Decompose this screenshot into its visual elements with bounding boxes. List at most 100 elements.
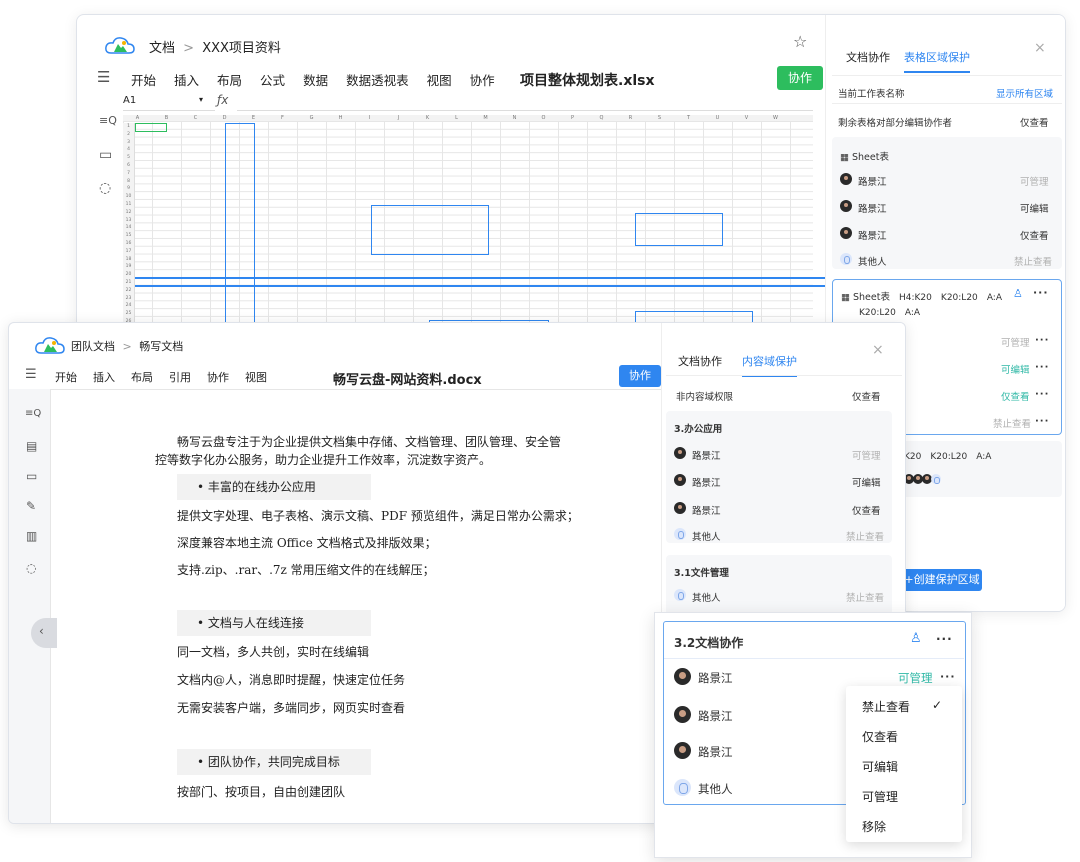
row-header-cell[interactable]: 19 xyxy=(123,263,134,271)
search-icon[interactable]: ≡Q xyxy=(99,114,117,128)
dropdown-item-view-only[interactable]: 仅查看 xyxy=(862,728,898,745)
member-perm[interactable]: 仅查看 xyxy=(852,503,881,517)
tab-content-protection[interactable]: 内容域保护 xyxy=(742,353,797,377)
row-header-cell[interactable]: 23 xyxy=(123,295,134,303)
menu-item-layout[interactable]: 布局 xyxy=(217,70,242,89)
more-icon[interactable]: ··· xyxy=(1035,361,1049,375)
member-perm[interactable]: 仅查看 xyxy=(1001,389,1030,403)
member-perm[interactable]: 禁止查看 xyxy=(846,590,884,604)
more-icon[interactable]: ··· xyxy=(1035,415,1049,429)
row-header-cell[interactable]: 20 xyxy=(123,271,134,279)
close-icon[interactable]: × xyxy=(1034,41,1046,55)
collab-button[interactable]: 协作 xyxy=(777,66,823,90)
menu-item-view[interactable]: 视图 xyxy=(427,70,452,89)
member-perm[interactable]: 禁止查看 xyxy=(993,416,1031,430)
menu-item-insert[interactable]: 插入 xyxy=(174,70,199,89)
member-perm[interactable]: 可编辑 xyxy=(852,475,881,489)
add-member-icon[interactable]: ♙ xyxy=(910,632,922,646)
member-perm[interactable]: 可管理 xyxy=(898,670,933,686)
add-member-icon[interactable]: ♙ xyxy=(1013,287,1023,301)
menu-item-start[interactable]: 开始 xyxy=(131,70,156,89)
menu-item-layout[interactable]: 布局 xyxy=(131,369,153,385)
search-icon[interactable]: ≡Q xyxy=(25,407,41,421)
hamburger-menu-icon[interactable]: ☰ xyxy=(25,368,37,382)
menu-item-collab[interactable]: 协作 xyxy=(470,70,495,89)
row-header-cell[interactable]: 8 xyxy=(123,178,134,186)
menu-item-data[interactable]: 数据 xyxy=(303,70,328,89)
comment-icon[interactable]: ▭ xyxy=(99,148,112,162)
row-header-cell[interactable]: 5 xyxy=(123,154,134,162)
chat-icon[interactable]: ◌ xyxy=(26,561,36,575)
member-perm[interactable]: 禁止查看 xyxy=(846,529,884,543)
edit-icon[interactable]: ✎ xyxy=(26,499,36,513)
row-header-cell[interactable]: 21 xyxy=(123,279,134,287)
create-protected-area-button[interactable]: +创建保护区域 xyxy=(902,569,982,591)
menu-item-reference[interactable]: 引用 xyxy=(169,369,191,385)
row-header-cell[interactable]: 7 xyxy=(123,170,134,178)
remaining-value[interactable]: 仅查看 xyxy=(1020,115,1049,129)
outline-icon[interactable]: ▤ xyxy=(26,439,37,453)
more-icon[interactable]: ··· xyxy=(1033,286,1049,300)
row-header-cell[interactable]: 11 xyxy=(123,201,134,209)
member-perm[interactable]: 仅查看 xyxy=(1020,228,1049,242)
menu-item-view[interactable]: 视图 xyxy=(245,369,267,385)
star-icon[interactable]: ☆ xyxy=(793,34,807,50)
breadcrumb-root[interactable]: 团队文档 xyxy=(71,340,115,353)
dropdown-item-can-edit[interactable]: 可编辑 xyxy=(862,758,898,775)
row-header-cell[interactable]: 1 xyxy=(123,123,134,131)
tab-area-protection[interactable]: 表格区域保护 xyxy=(904,49,970,73)
more-icon[interactable]: ··· xyxy=(1035,334,1049,348)
member-perm[interactable]: 可编辑 xyxy=(1020,201,1049,215)
row-header-cell[interactable]: 15 xyxy=(123,232,134,240)
more-icon[interactable]: ··· xyxy=(940,670,956,684)
row-header-cell[interactable]: 6 xyxy=(123,162,134,170)
tab-doc-collab[interactable]: 文档协作 xyxy=(846,49,890,65)
comment-icon[interactable]: ▭ xyxy=(26,469,37,483)
menu-item-collab[interactable]: 协作 xyxy=(207,369,229,385)
row-header-cell[interactable]: 24 xyxy=(123,302,134,310)
non-area-value[interactable]: 仅查看 xyxy=(852,389,881,403)
breadcrumb-current[interactable]: 畅写文档 xyxy=(139,340,183,353)
menu-item-formula[interactable]: 公式 xyxy=(260,70,285,89)
row-header-cell[interactable]: 13 xyxy=(123,217,134,225)
row-header-cell[interactable]: 18 xyxy=(123,256,134,264)
row-header-cell[interactable]: 16 xyxy=(123,240,134,248)
cell-reference-box[interactable]: A1 ▾ xyxy=(123,95,215,111)
row-header-cell[interactable]: 3 xyxy=(123,139,134,147)
row-header-cell[interactable]: 25 xyxy=(123,310,134,318)
row-header-cell[interactable]: 10 xyxy=(123,193,134,201)
row-header-cell[interactable]: 14 xyxy=(123,224,134,232)
row-header-cell[interactable]: 12 xyxy=(123,209,134,217)
row-header-cell[interactable]: 17 xyxy=(123,248,134,256)
row-header-cell[interactable]: 4 xyxy=(123,146,134,154)
hamburger-menu-icon[interactable]: ☰ xyxy=(97,70,110,85)
menu-item-pivot[interactable]: 数据透视表 xyxy=(346,70,409,89)
more-icon[interactable]: ··· xyxy=(936,632,953,646)
row-header-cell[interactable]: 9 xyxy=(123,185,134,193)
menu-item-insert[interactable]: 插入 xyxy=(93,369,115,385)
breadcrumb-root[interactable]: 文档 xyxy=(149,41,175,56)
pages-icon[interactable]: ▥ xyxy=(26,529,37,543)
dropdown-item-no-view[interactable]: 禁止查看 xyxy=(862,698,910,715)
member-perm[interactable]: 禁止查看 xyxy=(1014,254,1052,268)
chat-icon[interactable]: ◌ xyxy=(99,181,111,195)
breadcrumb-current[interactable]: XXX项目资料 xyxy=(202,41,281,56)
member-perm[interactable]: 可管理 xyxy=(1001,335,1030,349)
close-icon[interactable]: × xyxy=(872,343,884,357)
chevron-down-icon[interactable]: ▾ xyxy=(199,95,203,104)
menu-item-start[interactable]: 开始 xyxy=(55,369,77,385)
member-perm[interactable]: 可编辑 xyxy=(1001,362,1030,376)
tab-doc-collab[interactable]: 文档协作 xyxy=(678,353,722,369)
row-header-cell[interactable]: 22 xyxy=(123,287,134,295)
dropdown-item-can-manage[interactable]: 可管理 xyxy=(862,788,898,805)
member-perm[interactable]: 可管理 xyxy=(1020,174,1049,188)
formula-input[interactable] xyxy=(237,95,813,111)
show-all-areas-link[interactable]: 显示所有区域 xyxy=(996,86,1053,100)
dropdown-item-remove[interactable]: 移除 xyxy=(862,818,886,835)
row-header-cell[interactable]: 2 xyxy=(123,131,134,139)
collapse-sidebar-button[interactable]: ‹ xyxy=(31,618,57,648)
member-perm[interactable]: 可管理 xyxy=(852,448,881,462)
collab-button[interactable]: 协作 xyxy=(619,365,661,387)
more-icon[interactable]: ··· xyxy=(1035,388,1049,402)
active-cell[interactable] xyxy=(135,123,167,132)
